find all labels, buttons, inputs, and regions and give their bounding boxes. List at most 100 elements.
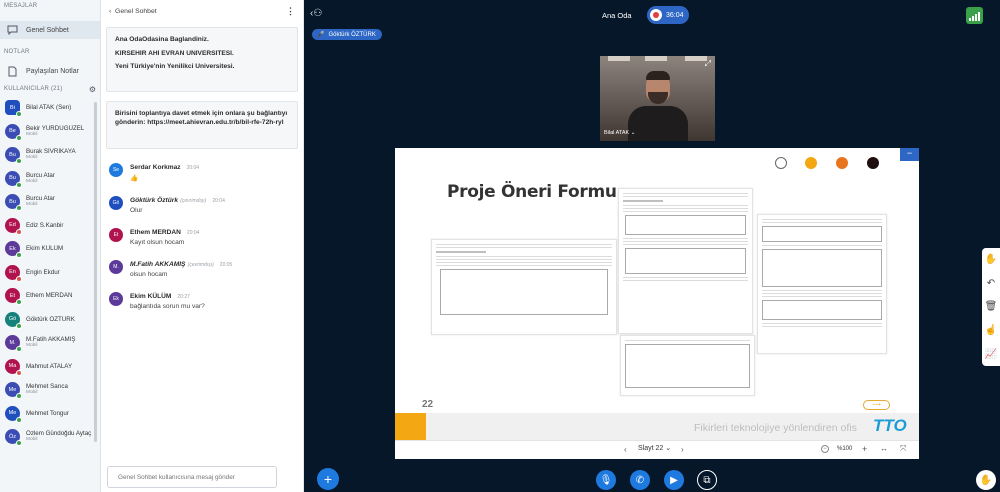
undo-icon[interactable]: ↶	[987, 278, 995, 289]
user-list-item[interactable]: Bu Burak SİVRİKAYA Mobil	[0, 143, 100, 167]
user-list-item[interactable]: Ek Ekim KÜLÜM	[0, 237, 100, 261]
message-author: Göktürk Öztürk	[130, 197, 178, 204]
message-time: 20:27	[177, 294, 190, 300]
presentation-slide[interactable]: − Proje Öneri Formu ⟶ 22 Fikirleri tekno…	[395, 148, 919, 459]
user-list-item[interactable]: Bi Bilal ATAK (Sen)	[0, 96, 100, 120]
sidebar-scrollbar[interactable]	[94, 102, 97, 442]
status-icon	[16, 252, 22, 259]
previous-slide-button[interactable]: ‹	[624, 445, 627, 454]
users-section-title: KULLANICILAR (21)	[4, 86, 63, 92]
room-title: Ana Oda	[602, 11, 632, 20]
user-list-item[interactable]: Me Mehmet Tongur	[0, 402, 100, 426]
user-list-item[interactable]: Ma Mahmut ATALAY	[0, 355, 100, 379]
avatar: Gö	[109, 196, 123, 210]
message-time: 20:04	[212, 198, 225, 204]
chat-back-button[interactable]: ‹ Genel Sohbet	[109, 8, 157, 15]
user-list-item[interactable]: En Engin Ekdur	[0, 261, 100, 285]
message-time: 20:05	[219, 262, 233, 268]
welcome-line: Yeni Türkiye'nin Yenilikci Universitesi.	[115, 63, 235, 70]
color-swatch[interactable]	[775, 157, 787, 169]
chat-header: ‹ Genel Sohbet ⋮	[101, 0, 303, 22]
invite-text: Birisini toplantıya davet etmek için onl…	[115, 110, 288, 126]
user-name: Mahmut ATALAY	[26, 362, 73, 370]
connection-status-button[interactable]	[966, 7, 983, 24]
slide-title: Proje Öneri Formu	[447, 182, 617, 202]
minimize-presentation-button[interactable]: −	[900, 148, 919, 161]
chevron-left-icon: ‹	[109, 7, 112, 15]
avatar: Bi	[5, 100, 22, 118]
camera-button[interactable]: ▶	[664, 470, 684, 490]
user-list-item[interactable]: Et Ethem MERDAN	[0, 284, 100, 308]
avatar: Ed	[5, 217, 22, 235]
microphone-icon: 🎤	[317, 32, 325, 38]
message-text: bağlantıda sorun mu var?	[130, 303, 205, 310]
expand-icon[interactable]: ⤢	[705, 59, 711, 69]
recording-indicator[interactable]: 36:04	[647, 6, 689, 24]
webcam-video[interactable]: ⤢ Bilal ATAK ⌄	[600, 56, 715, 141]
gear-icon[interactable]: ⚙	[89, 85, 96, 94]
avatar: En	[5, 264, 22, 282]
user-name: Engin Ekdur	[26, 268, 60, 276]
more-options-icon[interactable]: ⋮	[286, 6, 295, 17]
sidebar-item-label: Genel Sohbet	[26, 26, 69, 34]
slide-document-page	[620, 335, 755, 396]
trash-icon[interactable]: 🗑	[985, 301, 998, 312]
users-header: KULLANICILAR (21) ⚙	[0, 84, 100, 94]
microphone-button[interactable]: 🎙	[596, 470, 616, 490]
zoom-in-button[interactable]: +	[862, 444, 867, 454]
user-list-item[interactable]: Bu Burcu Atar Mobil	[0, 190, 100, 214]
pointer-tool-icon[interactable]: ☝	[985, 325, 997, 336]
user-list-item[interactable]: Öz Özlem Gündoğdu Aytaç Mobil	[0, 425, 100, 449]
status-icon	[16, 393, 22, 400]
chat-message: Et Ethem MERDAN 20:04 Kayıt olsun hocam	[101, 227, 303, 246]
hand-tool-icon[interactable]: ✋	[985, 254, 997, 265]
chat-message: Se Serdar Korkmaz 20:04 👍	[101, 162, 303, 182]
record-time: 36:04	[666, 11, 684, 19]
slide-number: 22	[422, 399, 434, 410]
status-icon	[16, 346, 22, 353]
user-list-item[interactable]: Me Mehmet Sarıca Mobil	[0, 378, 100, 402]
zoom-out-button[interactable]: −	[821, 445, 829, 453]
message-author: Serdar Korkmaz	[130, 164, 181, 171]
chat-message: M. M.Fatih AKKAMIŞ (çevrimdışı) 20:05 olsun…	[101, 259, 303, 278]
user-list: Bi Bilal ATAK (Sen) Be Bekir YURDUGÜZEL Mobi…	[0, 96, 100, 449]
user-list-toggle-icon[interactable]: ‹⚇	[310, 8, 322, 19]
audio-button[interactable]: ✆	[630, 470, 650, 490]
color-swatch[interactable]	[836, 157, 848, 169]
next-slide-button[interactable]: ›	[681, 445, 684, 454]
messages-section-title: MESAJLAR	[4, 3, 38, 9]
user-list-item[interactable]: Gö Göktürk ÖZTÜRK	[0, 308, 100, 332]
avatar: Öz	[5, 429, 22, 447]
avatar: Me	[5, 382, 22, 400]
main-presentation-area: ‹⚇ Ana Oda 36:04 🎤 Göktürk ÖZTÜRK ⤢ Bila…	[304, 0, 1000, 492]
slide-arrow-icon: ⟶	[863, 400, 890, 410]
raise-hand-button[interactable]: ✋	[976, 470, 996, 490]
sidebar-item-shared-notes[interactable]: Paylaşılan Notlar	[0, 62, 100, 80]
note-icon	[6, 65, 18, 77]
color-swatch[interactable]	[867, 157, 879, 169]
chart-icon[interactable]: 📈	[985, 349, 997, 360]
user-list-item[interactable]: Be Bekir YURDUGÜZEL Mobil	[0, 120, 100, 144]
chat-message-input[interactable]	[107, 466, 277, 488]
sidebar-item-label: Paylaşılan Notlar	[26, 67, 79, 75]
user-list-item[interactable]: Ed Ediz S.Kanbir	[0, 214, 100, 238]
sidebar-item-public-chat[interactable]: Genel Sohbet	[0, 21, 100, 39]
user-name: Bekir YURDUGÜZEL	[26, 124, 85, 132]
message-time: 20:04	[186, 230, 200, 236]
slide-select[interactable]: Slayt 22 ⌄	[638, 444, 671, 452]
user-list-item[interactable]: Bu Burcu Atar Mobil	[0, 167, 100, 191]
user-device: Mobil	[26, 178, 38, 184]
color-swatch[interactable]	[805, 157, 817, 169]
user-list-item[interactable]: M. M.Fatih AKKAMIŞ Mobil	[0, 331, 100, 355]
fullscreen-icon[interactable]: ⤧	[900, 444, 906, 454]
phone-icon: ✆	[635, 474, 645, 486]
avatar: Ek	[5, 241, 22, 259]
webcam-user-name: Bilal ATAK ⌄	[604, 130, 636, 136]
screen-share-button[interactable]: ⧉	[697, 470, 717, 490]
zoom-level: %100	[837, 446, 853, 452]
slide-footer-text: Fikirleri teknolojiye yönlendiren ofis	[694, 422, 857, 434]
status-icon	[16, 440, 22, 447]
message-time: 20:04	[186, 165, 200, 171]
actions-button[interactable]: +	[317, 468, 339, 490]
fit-width-icon[interactable]: ↔	[880, 444, 888, 453]
